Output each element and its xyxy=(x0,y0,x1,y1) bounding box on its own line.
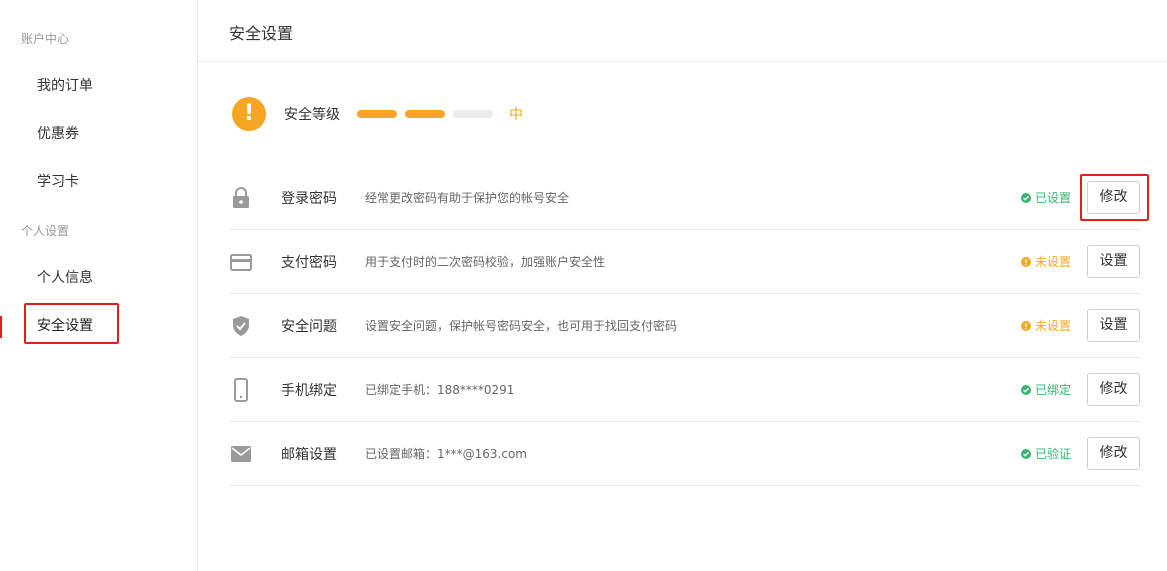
status-badge: 已验证 xyxy=(1020,445,1071,462)
exclamation-icon: ! xyxy=(232,97,266,131)
row-description: 经常更改密码有助于保护您的帐号安全 xyxy=(365,191,570,205)
set-payment-password-button[interactable]: 设置 xyxy=(1087,245,1140,278)
app-root: 账户中心 我的订单 优惠券 学习卡 个人设置 个人信息 安全设置 安全设置 ! … xyxy=(0,0,1167,571)
mail-icon xyxy=(231,446,251,462)
shield-check-icon xyxy=(233,316,249,336)
row-description: 设置安全问题，保护帐号密码安全，也可用于找回支付密码 xyxy=(365,319,678,333)
sidebar-item-study-card[interactable]: 学习卡 xyxy=(37,172,79,192)
security-row-login-password: 登录密码 经常更改密码有助于保护您的帐号安全 已设置 修改 xyxy=(229,166,1140,230)
row-description: 已设置邮箱：1***@163.com xyxy=(365,447,527,461)
row-description: 已绑定手机：188****0291 xyxy=(365,383,515,397)
security-row-phone: 手机绑定 已绑定手机：188****0291 已绑定 修改 xyxy=(229,358,1140,422)
check-circle-icon xyxy=(1020,192,1031,203)
security-level-segment xyxy=(453,110,493,118)
security-row-payment-password: 支付密码 用于支付时的二次密码校验，加强账户安全性 未设置 设置 xyxy=(229,230,1140,294)
modify-phone-button[interactable]: 修改 xyxy=(1087,373,1140,406)
warning-circle-icon xyxy=(1020,256,1031,267)
security-level-text: 中 xyxy=(509,107,523,123)
warning-circle-icon xyxy=(1020,320,1031,331)
set-security-question-button[interactable]: 设置 xyxy=(1087,309,1140,342)
row-title: 登录密码 xyxy=(281,191,337,207)
row-title: 支付密码 xyxy=(281,255,337,271)
status-text: 已绑定 xyxy=(1034,383,1071,397)
security-level-segment xyxy=(357,110,397,118)
security-row-security-question: 安全问题 设置安全问题，保护帐号密码安全，也可用于找回支付密码 未设置 设置 xyxy=(229,294,1140,358)
status-text: 已设置 xyxy=(1034,191,1071,205)
sidebar-group-title: 个人设置 xyxy=(21,224,70,238)
lock-icon xyxy=(233,187,249,208)
sidebar-group-title: 账户中心 xyxy=(21,32,70,46)
sidebar-item-coupons[interactable]: 优惠券 xyxy=(37,124,79,144)
row-description: 用于支付时的二次密码校验，加强账户安全性 xyxy=(365,255,606,269)
sidebar-item-orders[interactable]: 我的订单 xyxy=(37,76,93,96)
active-indicator xyxy=(0,316,2,338)
status-badge: 未设置 xyxy=(1020,317,1071,334)
status-text: 未设置 xyxy=(1034,255,1071,269)
modify-email-button[interactable]: 修改 xyxy=(1087,437,1140,470)
sidebar-item-security[interactable]: 安全设置 xyxy=(37,316,93,336)
credit-card-icon xyxy=(230,254,252,271)
status-badge: 未设置 xyxy=(1020,253,1071,270)
row-title: 安全问题 xyxy=(281,319,337,335)
page-title: 安全设置 xyxy=(229,24,294,43)
security-row-email: 邮箱设置 已设置邮箱：1***@163.com 已验证 修改 xyxy=(229,422,1140,486)
row-title: 手机绑定 xyxy=(281,383,337,399)
phone-icon xyxy=(234,378,248,402)
status-text: 已验证 xyxy=(1034,447,1071,461)
security-level-label: 安全等级 xyxy=(284,107,340,123)
status-badge: 已设置 xyxy=(1020,189,1071,206)
status-badge: 已绑定 xyxy=(1020,381,1071,398)
row-title: 邮箱设置 xyxy=(281,447,337,463)
sidebar-item-profile[interactable]: 个人信息 xyxy=(37,268,93,288)
security-level-segment xyxy=(405,110,445,118)
modify-login-password-button[interactable]: 修改 xyxy=(1087,181,1140,214)
status-text: 未设置 xyxy=(1034,319,1071,333)
sidebar: 账户中心 我的订单 优惠券 学习卡 个人设置 个人信息 安全设置 xyxy=(0,0,198,571)
check-circle-icon xyxy=(1020,384,1031,395)
page-header: 安全设置 xyxy=(198,0,1167,62)
check-circle-icon xyxy=(1020,448,1031,459)
